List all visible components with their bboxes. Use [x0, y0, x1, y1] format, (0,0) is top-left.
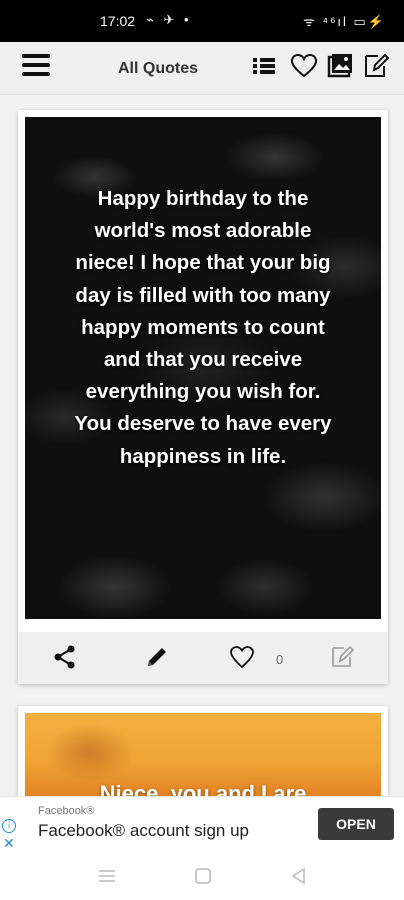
quote-image[interactable]: Happy birthday to the world's most adora…: [25, 117, 381, 619]
back-icon[interactable]: [288, 866, 310, 886]
gallery-icon[interactable]: [326, 52, 356, 82]
app-bar: All Quotes: [0, 42, 404, 95]
ad-headline: Facebook® account sign up: [38, 821, 249, 840]
share-icon[interactable]: [52, 644, 80, 672]
like-icon[interactable]: [229, 644, 257, 672]
sunset-decoration: [45, 723, 135, 783]
ad-info-icon[interactable]: i: [2, 819, 16, 833]
menu-icon[interactable]: [22, 54, 50, 80]
ad-advertiser: Facebook®: [38, 805, 95, 817]
quote-image[interactable]: Niece, you and I are: [25, 713, 381, 806]
list-icon[interactable]: [250, 52, 280, 82]
status-bar: 17:02 ⌁ ✈ • ᯤ ⁴⁶ıl ▭⚡: [0, 0, 404, 42]
pencil-icon[interactable]: [144, 644, 172, 672]
system-nav-bar: [0, 852, 404, 900]
ad-banner[interactable]: i ✕ Facebook® Facebook® account sign up …: [0, 796, 404, 853]
like-count: 0: [276, 652, 284, 667]
status-notification-icons: ⌁ ✈ •: [146, 12, 192, 27]
ad-open-button[interactable]: OPEN: [318, 808, 394, 840]
quote-card: Niece, you and I are: [18, 706, 388, 806]
status-system-icons: ᯤ ⁴⁶ıl ▭⚡: [303, 14, 386, 29]
recent-apps-icon[interactable]: [96, 866, 118, 886]
status-time: 17:02: [100, 13, 136, 29]
edit-quote-icon[interactable]: [329, 644, 357, 672]
quote-card: Happy birthday to the world's most adora…: [18, 110, 388, 684]
edit-icon[interactable]: [362, 52, 392, 82]
quote-text: Happy birthday to the world's most adora…: [74, 187, 332, 468]
home-icon[interactable]: [192, 866, 214, 886]
ad-close-icon[interactable]: ✕: [3, 835, 15, 852]
quote-actions: 0: [18, 632, 388, 684]
page-title: All Quotes: [118, 60, 199, 77]
heart-icon[interactable]: [290, 52, 320, 82]
